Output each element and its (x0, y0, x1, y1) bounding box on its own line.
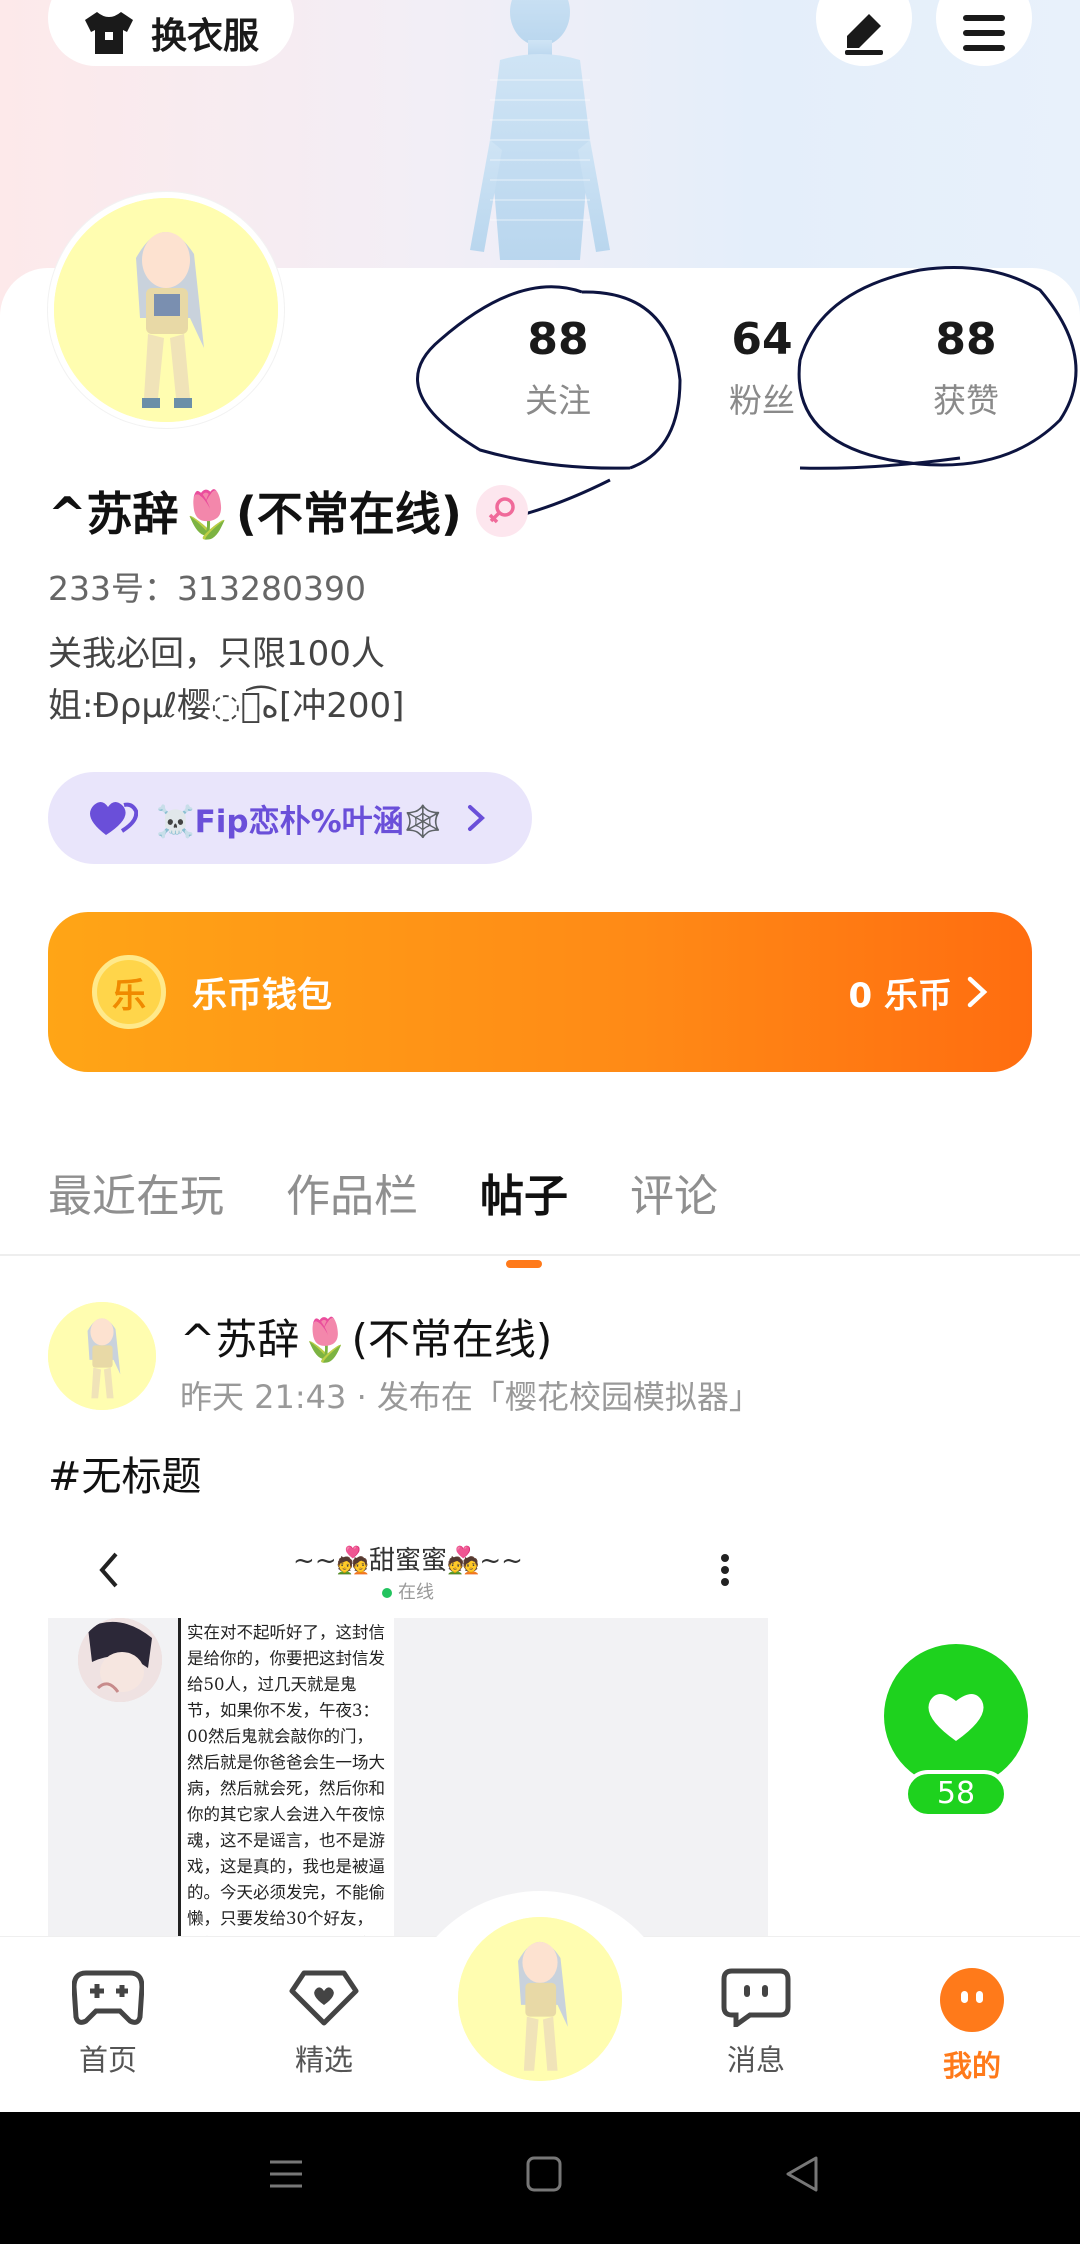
fans-label: 粉丝 (729, 381, 795, 420)
fans-count: 64 (731, 314, 793, 365)
nav-me-label: 我的 (942, 2049, 1001, 2083)
nav-center-avatar[interactable] (454, 1913, 626, 2085)
nav-messages-label: 消息 (726, 2043, 785, 2077)
chat-title: ~~💑甜蜜蜜💑~~ (293, 1546, 523, 1576)
pencil-icon (845, 14, 883, 55)
chat-status: 在线 (48, 1578, 768, 1604)
post-meta: 昨天 21:43 · 发布在「樱花校园模拟器」 (180, 1378, 761, 1416)
tab-label: 评论 (630, 1171, 718, 1222)
likes-label: 获赞 (933, 381, 999, 420)
likes-stat[interactable]: 88 获赞 (886, 312, 1046, 422)
following-label: 关注 (525, 381, 591, 420)
post-author-name[interactable]: ^苏辞🌷(不常在线) (180, 1306, 552, 1367)
dress-up-button[interactable]: 换衣服 (48, 0, 294, 66)
gamepad-icon (71, 1970, 145, 2025)
tab-recent-games[interactable]: 最近在玩 (48, 1160, 224, 1248)
profile-face-icon (940, 1968, 1004, 2032)
chat-message-text: 实在对不起听好了，这封信是给你的，你要把这封信发给50人，过几天就是鬼节，如果你… (178, 1618, 394, 1950)
wallet-balance: 0 乐币 (848, 975, 953, 1016)
profile-tabs: 最近在玩 作品栏 帖子 评论 (48, 1160, 718, 1268)
bottom-navigation: 首页 精选 消息 我的 (0, 1891, 1080, 2112)
nav-featured-label: 精选 (294, 2043, 353, 2077)
chat-screenshot-header: ~~💑甜蜜蜜💑~~ 在线 (48, 1530, 768, 1618)
nav-featured[interactable]: 精选 (254, 1967, 394, 2079)
post-author-avatar[interactable] (48, 1302, 156, 1410)
tab-posts[interactable]: 帖子 (480, 1160, 568, 1268)
recent-apps-icon[interactable] (266, 2154, 306, 2194)
couple-label: ☠️Fip恋朴%叶涵🕸️ (156, 803, 443, 840)
wallet-card[interactable]: 乐 乐币钱包 0 乐币 (48, 912, 1032, 1072)
chevron-right-icon (967, 976, 988, 1008)
user-id: 233号：313280390 (48, 569, 366, 608)
chevron-right-icon (468, 805, 486, 831)
heart-icon (928, 1694, 984, 1741)
dress-up-label: 换衣服 (150, 16, 259, 57)
active-tab-indicator (506, 1260, 542, 1268)
tab-label: 最近在玩 (48, 1171, 224, 1222)
following-stat[interactable]: 88 关注 (478, 312, 638, 422)
profile-bio: 关我必回，只限100人 姐:Ðρμℓ樱◌ᷓ͡ه[冲200] (48, 628, 404, 732)
chat-body: 实在对不起听好了，这封信是给你的，你要把这封信发给50人，过几天就是鬼节，如果你… (48, 1618, 768, 1950)
post-title[interactable]: #无标题 (48, 1444, 202, 1502)
chat-status-label: 在线 (398, 1582, 434, 1603)
fans-stat[interactable]: 64 粉丝 (682, 312, 842, 422)
back-triangle-icon[interactable] (782, 2154, 822, 2194)
home-square-icon[interactable] (524, 2154, 564, 2194)
like-button[interactable] (884, 1644, 1028, 1788)
chat-user-avatar (78, 1618, 162, 1702)
avatar-3d-figure (470, 0, 610, 260)
online-dot (382, 1588, 392, 1598)
tab-label: 作品栏 (286, 1171, 418, 1222)
nav-me[interactable]: 我的 (902, 1967, 1042, 2085)
tab-works[interactable]: 作品栏 (286, 1160, 418, 1248)
anime-character-avatar (48, 1302, 156, 1410)
post-image[interactable]: ~~💑甜蜜蜜💑~~ 在线 实在对不起听好了，这封信是给你的，你要把这封信发给50… (48, 1530, 768, 1950)
chat-bubble-icon (721, 1968, 791, 2030)
heart-diamond-icon (289, 1970, 359, 2026)
shirt-icon (84, 12, 133, 54)
tab-comments[interactable]: 评论 (630, 1160, 718, 1248)
profile-avatar[interactable] (48, 192, 284, 428)
coin-icon: 乐 (92, 955, 166, 1029)
likes-count: 88 (935, 314, 997, 365)
nav-home-label: 首页 (78, 2043, 137, 2077)
bio-line-2: 姐:Ðρμℓ樱◌ᷓ͡ه[冲200] (48, 686, 405, 726)
wallet-title: 乐币钱包 (192, 975, 333, 1016)
system-navigation-bar (0, 2112, 1080, 2244)
nickname-row: ^苏辞🌷(不常在线) (48, 478, 528, 544)
couple-relationship-button[interactable]: ☠️Fip恋朴%叶涵🕸️ (48, 772, 532, 864)
more-options-icon (721, 1554, 729, 1586)
like-count: 58 (904, 1770, 1008, 1818)
nav-home[interactable]: 首页 (38, 1967, 178, 2079)
divider (0, 1254, 1080, 1256)
tab-label: 帖子 (480, 1171, 568, 1222)
anime-character-avatar (458, 1917, 622, 2081)
profile-nickname: ^苏辞🌷(不常在线) (48, 487, 462, 541)
nav-messages[interactable]: 消息 (686, 1967, 826, 2079)
bio-line-1: 关我必回，只限100人 (48, 634, 385, 674)
following-count: 88 (527, 314, 589, 365)
anime-character-avatar (54, 198, 278, 422)
double-heart-icon (90, 801, 138, 835)
hamburger-menu-icon (963, 15, 1005, 51)
female-gender-icon (475, 485, 528, 537)
